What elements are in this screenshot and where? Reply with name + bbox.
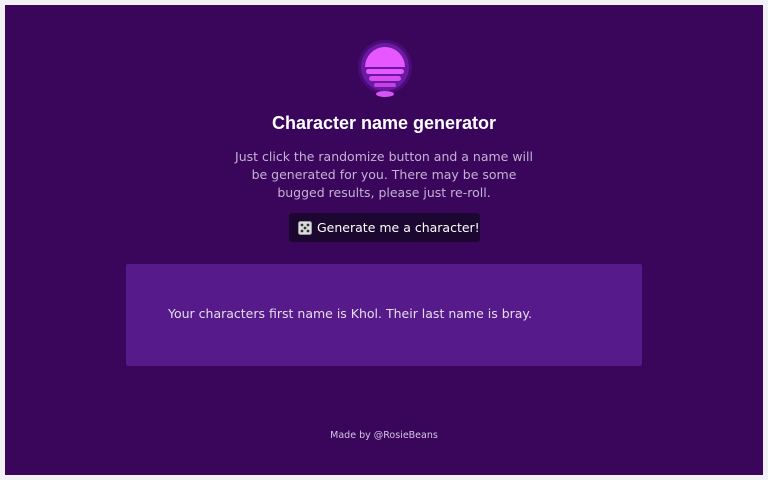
result-panel: Your characters first name is Khol. Thei…: [126, 264, 642, 366]
app-container: Character name generator Just click the …: [5, 5, 763, 475]
generate-character-button[interactable]: Generate me a character!: [289, 213, 480, 242]
result-text: Your characters first name is Khol. Thei…: [168, 306, 533, 321]
page-description: Just click the randomize button and a na…: [235, 149, 533, 200]
dice-icon: [298, 220, 312, 235]
sunset-over-water-icon: [357, 38, 413, 102]
footer-credit: Made by @RosieBeans: [330, 430, 438, 441]
page-title: Character name generator: [271, 113, 497, 133]
generate-button-label: Generate me a character!: [317, 220, 480, 235]
